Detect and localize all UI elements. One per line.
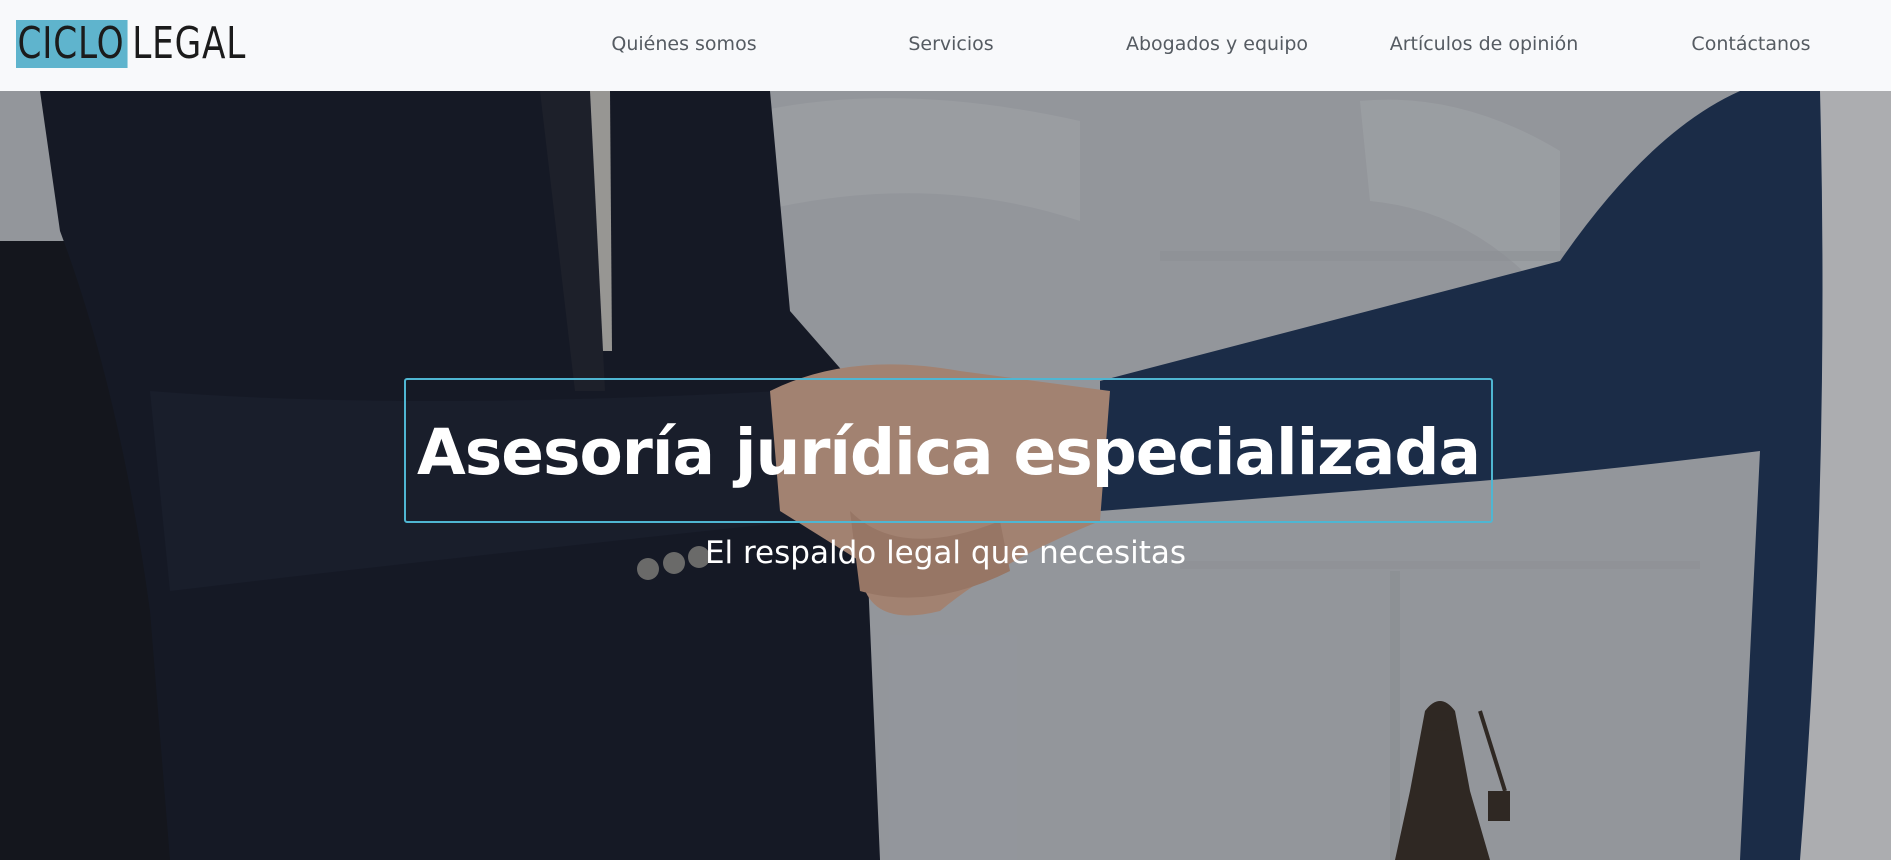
nav-item-articulos-de-opinion[interactable]: Artículos de opinión (1390, 33, 1579, 55)
nav-item-quienes-somos[interactable]: Quiénes somos (611, 33, 756, 55)
logo-legal: LEGAL (132, 18, 247, 69)
hero-subtitle: El respaldo legal que necesitas (704, 535, 1187, 571)
top-navbar: CICLO LEGAL Quiénes somos Servicios Abog… (0, 0, 1891, 91)
logo-ciclo: CICLO (16, 20, 128, 68)
hero-section: Asesoría jurídica especializada El respa… (0, 91, 1891, 860)
nav-item-abogados-y-equipo[interactable]: Abogados y equipo (1126, 33, 1308, 55)
site-logo[interactable]: CICLO LEGAL (16, 20, 246, 68)
hero-title: Asesoría jurídica especializada (417, 416, 1481, 489)
nav-item-contactanos[interactable]: Contáctanos (1691, 33, 1810, 55)
nav-item-servicios[interactable]: Servicios (908, 33, 993, 55)
hero-title-box: Asesoría jurídica especializada (404, 378, 1493, 523)
